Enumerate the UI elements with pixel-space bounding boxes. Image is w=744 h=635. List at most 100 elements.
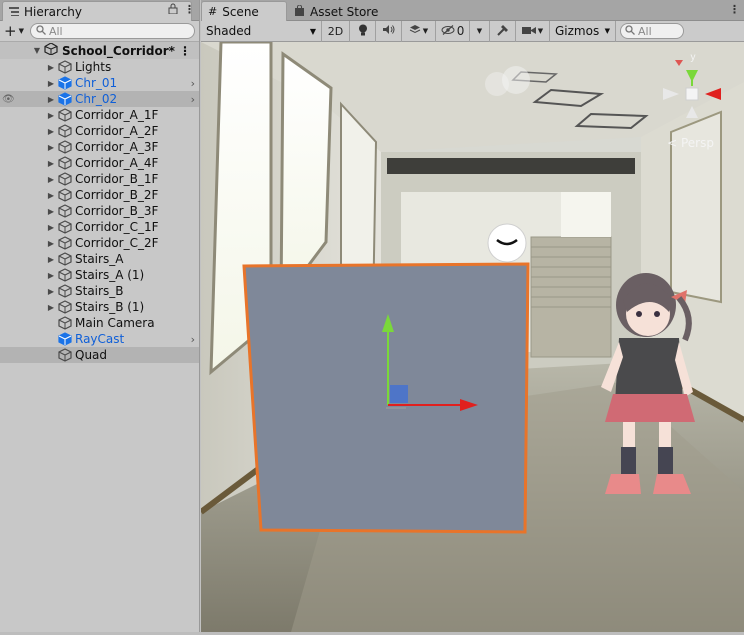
expand-arrow-icon[interactable]: ▶ [46, 303, 56, 312]
more-options-icon[interactable]: ⋮ [729, 3, 740, 16]
collapse-arrow-icon[interactable]: ▼ [32, 46, 42, 55]
hierarchy-item[interactable]: ▶Quad [0, 347, 199, 363]
expand-arrow-icon[interactable]: ▶ [46, 207, 56, 216]
grid-dropdown[interactable]: ▼ [470, 20, 490, 42]
chevron-right-icon[interactable]: › [191, 333, 195, 346]
hierarchy-item[interactable]: ▶ Corridor_C_2F [0, 235, 199, 251]
camera-dropdown[interactable]: ▼ [516, 20, 550, 42]
hidden-count: 0 [456, 24, 465, 38]
projection-toggle[interactable]: < Persp [667, 136, 714, 150]
visibility-eye-icon[interactable]: 👁 [2, 94, 15, 105]
hidden-objects-toggle[interactable]: 0 [436, 20, 470, 42]
hierarchy-search-input[interactable]: All [29, 23, 195, 39]
tab-asset-store[interactable]: Asset Store [287, 1, 387, 21]
lighting-toggle[interactable] [350, 20, 376, 42]
scene-root-row[interactable]: ▼ School_Corridor* ⋮ [0, 42, 199, 59]
scene-menu-icon[interactable]: ⋮ [179, 44, 191, 58]
stairs [530, 236, 612, 358]
scene-name: School_Corridor* [62, 43, 175, 58]
expand-arrow-icon[interactable]: ▶ [46, 271, 56, 280]
lightbulb-icon [358, 24, 368, 39]
hierarchy-item[interactable]: ▶ Corridor_A_3F [0, 139, 199, 155]
hierarchy-tab-controls: ⋮ [168, 3, 195, 17]
hierarchy-item-label: Chr_02 [75, 92, 118, 106]
dropdown-caret-icon: ▼ [18, 26, 24, 35]
hierarchy-item-label: RayCast [75, 332, 125, 346]
hierarchy-item[interactable]: 👁 ▶ Chr_02 › [0, 91, 199, 107]
hierarchy-tabbar: Hierarchy ⋮ [0, 0, 199, 21]
toggle-2d-button[interactable]: 2D [322, 20, 350, 42]
lock-icon[interactable] [168, 3, 178, 17]
chevron-right-icon[interactable]: › [191, 77, 195, 90]
expand-arrow-icon[interactable]: ▶ [46, 255, 56, 264]
shading-mode-label: Shaded [206, 24, 252, 38]
hierarchy-item-label: Corridor_B_3F [75, 204, 159, 218]
gameobject-cube-icon [58, 348, 72, 362]
hierarchy-item[interactable]: ▶Main Camera [0, 315, 199, 331]
expand-arrow-icon[interactable]: ▶ [46, 191, 56, 200]
tab-hierarchy-label: Hierarchy [24, 4, 83, 19]
hierarchy-item-label: Corridor_C_1F [75, 220, 159, 234]
grid-icon: # [208, 5, 218, 18]
hierarchy-item-label: Main Camera [75, 316, 155, 330]
expand-arrow-icon[interactable]: ▶ [46, 79, 56, 88]
dropdown-arrow-icon: ▼ [537, 27, 544, 35]
create-button[interactable]: + ▼ [4, 23, 24, 39]
gameobject-cube-icon [58, 204, 72, 218]
hierarchy-item[interactable]: ▶ Lights [0, 59, 199, 75]
hierarchy-panel: Hierarchy ⋮ + ▼ All ▼ School_Corridor* ⋮… [0, 0, 200, 635]
expand-arrow-icon[interactable]: ▶ [46, 127, 56, 136]
hierarchy-item[interactable]: ▶ Corridor_A_4F [0, 155, 199, 171]
hierarchy-item[interactable]: ▶ Stairs_A [0, 251, 199, 267]
hierarchy-item[interactable]: ▶ Corridor_B_3F [0, 203, 199, 219]
scene-viewport[interactable]: y < Persp [201, 42, 744, 632]
gizmos-dropdown[interactable]: Gizmos ▼ [550, 20, 616, 42]
gameobject-cube-icon [58, 156, 72, 170]
hierarchy-item[interactable]: ▶ Stairs_B (1) [0, 299, 199, 315]
tab-hierarchy[interactable]: Hierarchy [2, 1, 192, 21]
dropdown-arrow-icon: ▼ [476, 27, 483, 35]
gameobject-cube-icon [58, 316, 72, 330]
hierarchy-item[interactable]: ▶ Corridor_A_2F [0, 123, 199, 139]
effects-dropdown[interactable]: ▼ [402, 20, 436, 42]
expand-arrow-icon[interactable]: ▶ [46, 111, 56, 120]
hierarchy-item-label: Stairs_A [75, 252, 124, 266]
hierarchy-item[interactable]: ▶ Stairs_A (1) [0, 267, 199, 283]
hierarchy-item-label: Corridor_A_4F [75, 156, 159, 170]
expand-arrow-icon[interactable]: ▶ [46, 143, 56, 152]
hierarchy-toolbar: + ▼ All [0, 21, 199, 42]
audio-toggle[interactable] [376, 20, 402, 42]
hierarchy-item[interactable]: ▶RayCast› [0, 331, 199, 347]
dropdown-arrow-icon: ▼ [604, 27, 610, 35]
hierarchy-item[interactable]: ▶ Corridor_B_2F [0, 187, 199, 203]
gameobject-cube-icon [58, 172, 72, 186]
expand-arrow-icon[interactable]: ▶ [46, 95, 56, 104]
expand-arrow-icon[interactable]: ▶ [46, 159, 56, 168]
expand-arrow-icon[interactable]: ▶ [46, 239, 56, 248]
expand-arrow-icon[interactable]: ▶ [46, 223, 56, 232]
hierarchy-item-label: Stairs_A (1) [75, 268, 145, 282]
dropdown-arrow-icon: ▼ [309, 26, 316, 36]
expand-arrow-icon[interactable]: ▶ [46, 175, 56, 184]
toggle-2d-label: 2D [327, 24, 344, 38]
expand-arrow-icon[interactable]: ▶ [46, 287, 56, 296]
gameobject-cube-icon [58, 92, 72, 106]
shading-mode-dropdown[interactable]: Shaded ▼ [201, 20, 322, 42]
more-options-icon[interactable]: ⋮ [184, 3, 195, 17]
hierarchy-item[interactable]: ▶ Corridor_B_1F [0, 171, 199, 187]
scene-search-input[interactable]: All [620, 23, 684, 39]
hierarchy-search-placeholder: All [48, 24, 63, 38]
chevron-right-icon[interactable]: › [191, 93, 195, 106]
tab-scene[interactable]: # Scene [201, 1, 287, 21]
hierarchy-item[interactable]: ▶ Corridor_A_1F [0, 107, 199, 123]
hierarchy-item-label: Corridor_C_2F [75, 236, 159, 250]
gameobject-cube-icon [58, 60, 72, 74]
hierarchy-item[interactable]: ▶ Corridor_C_1F [0, 219, 199, 235]
gameobject-cube-icon [58, 268, 72, 282]
hierarchy-item[interactable]: ▶ Stairs_B [0, 283, 199, 299]
hierarchy-item-label: Corridor_A_3F [75, 140, 159, 154]
tools-toggle[interactable] [490, 20, 516, 42]
gameobject-cube-icon [58, 124, 72, 138]
expand-arrow-icon[interactable]: ▶ [46, 63, 56, 72]
hierarchy-item[interactable]: ▶ Chr_01 › [0, 75, 199, 91]
